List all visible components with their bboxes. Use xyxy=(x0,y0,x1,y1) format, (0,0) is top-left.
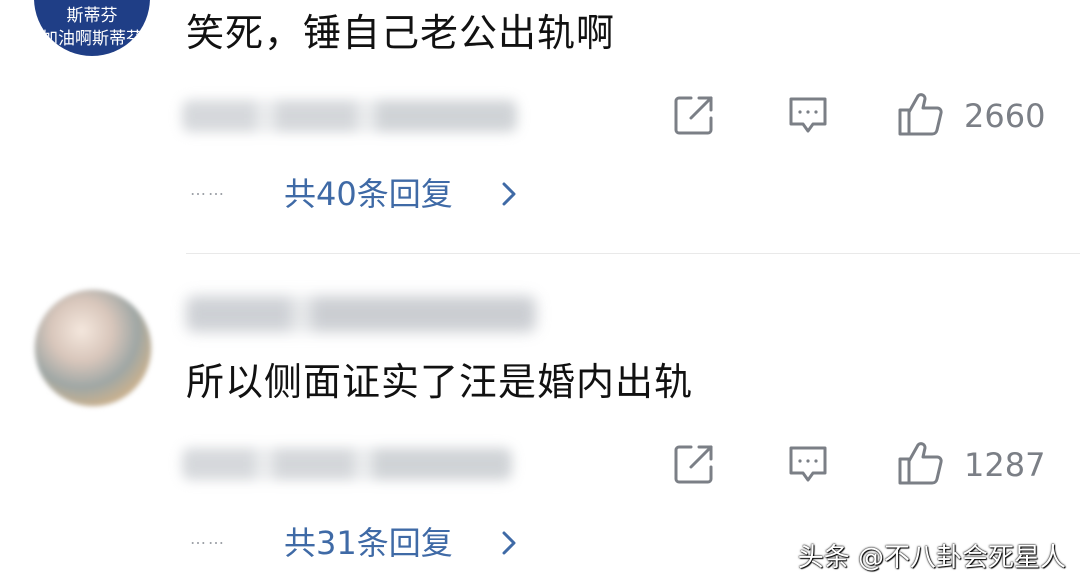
share-icon[interactable] xyxy=(671,441,717,487)
comment-icon[interactable] xyxy=(785,93,831,137)
thumbs-up-icon[interactable] xyxy=(896,439,946,487)
comment-divider xyxy=(186,253,1080,254)
replies-dots: …… xyxy=(190,180,226,199)
avatar[interactable] xyxy=(35,290,151,406)
avatar-name-text: 斯蒂芬 xyxy=(66,6,118,26)
like-count: 1287 xyxy=(964,446,1046,484)
thumbs-up-icon[interactable] xyxy=(896,90,946,138)
chevron-right-icon[interactable] xyxy=(500,181,518,207)
like-count: 2660 xyxy=(964,97,1046,135)
chevron-right-icon[interactable] xyxy=(500,530,518,556)
view-replies-link[interactable]: 共40条回复 xyxy=(284,174,453,214)
watermark: 头条 @不八卦会死星人 xyxy=(797,543,1066,573)
replies-dots: …… xyxy=(190,529,226,548)
avatar[interactable]: 斯蒂芬 加油啊斯蒂芬 xyxy=(34,0,150,56)
comment-meta-blurred xyxy=(182,448,512,480)
comment-text: 所以侧面证实了汪是婚内出轨 xyxy=(186,360,694,404)
share-icon[interactable] xyxy=(671,92,717,138)
comment-icon[interactable] xyxy=(785,442,831,486)
avatar-slogan-text: 加油啊斯蒂芬 xyxy=(41,29,143,49)
comment-meta-blurred xyxy=(182,100,517,132)
username-blurred xyxy=(186,296,536,332)
view-replies-link[interactable]: 共31条回复 xyxy=(284,523,453,563)
comment-text: 笑死，锤自己老公出轨啊 xyxy=(186,11,616,55)
